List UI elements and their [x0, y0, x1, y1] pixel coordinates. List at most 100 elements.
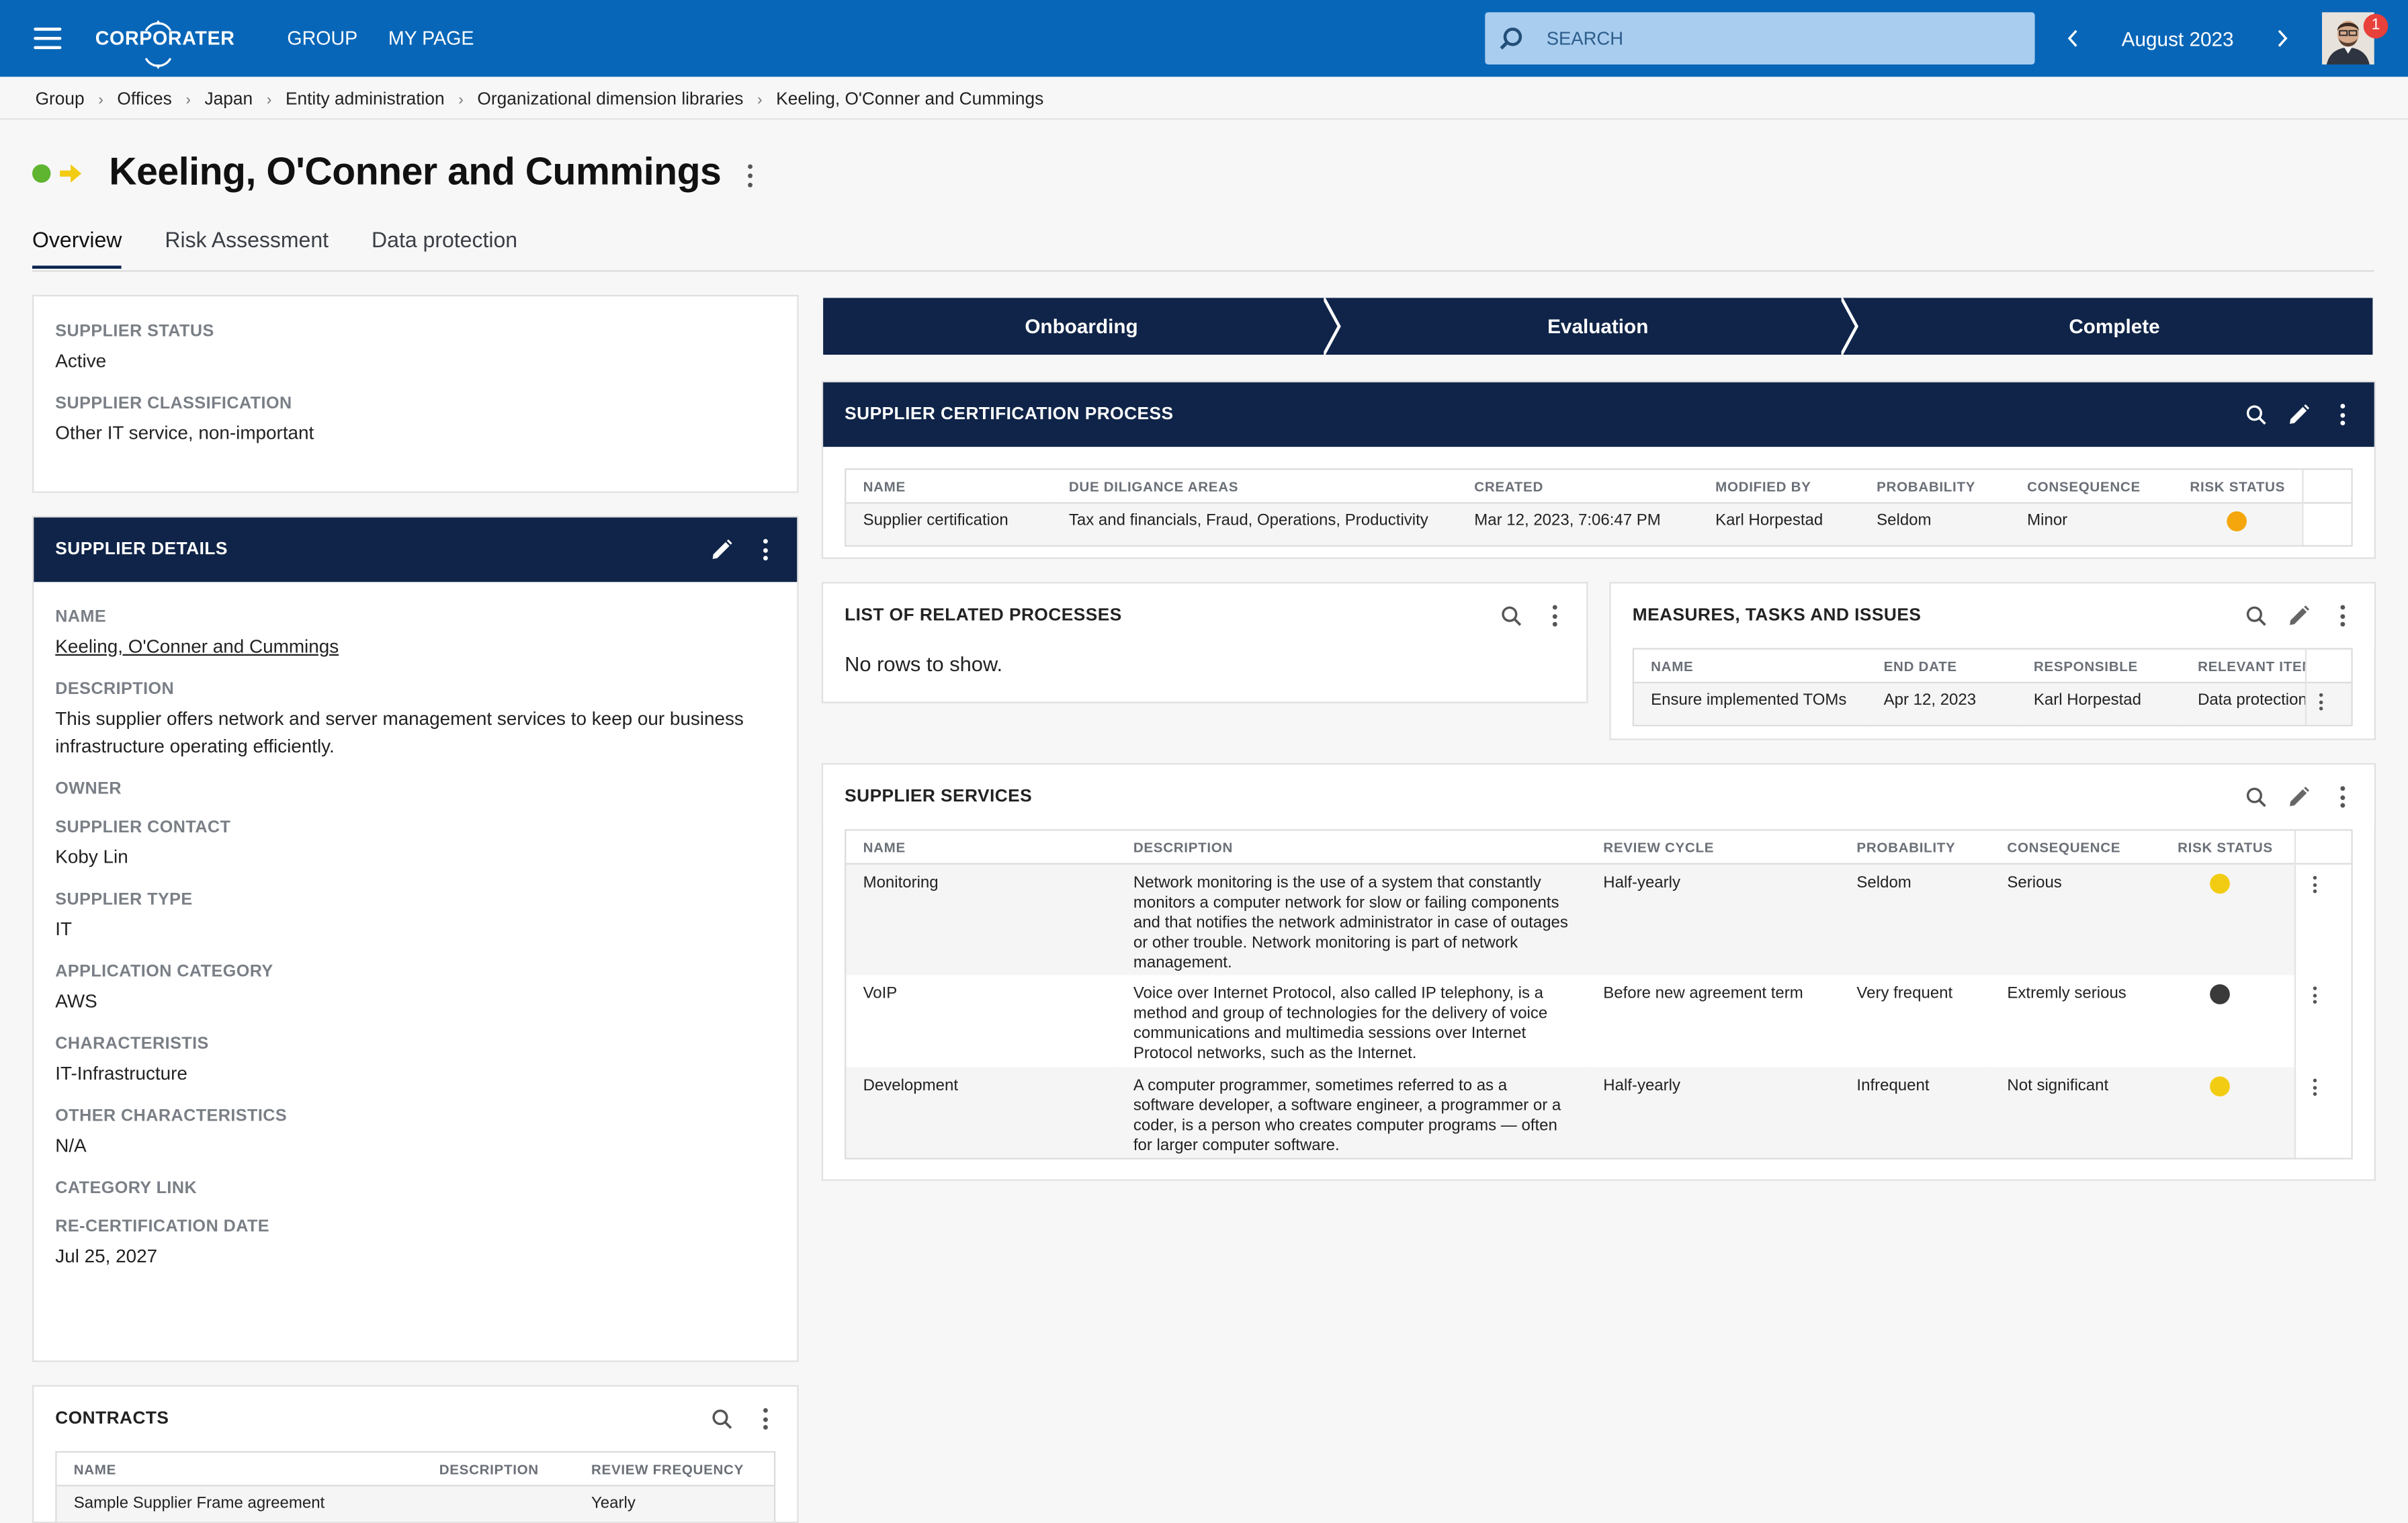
period-selector[interactable]: August 2023: [2089, 27, 2267, 50]
row-more-icon[interactable]: [2312, 986, 2317, 1004]
more-icon[interactable]: [2331, 786, 2353, 808]
field-name: NAME Keeling, O'Conner and Cummings: [55, 608, 775, 660]
search-icon[interactable]: [2245, 605, 2267, 627]
breadcrumb: Group › Offices › Japan › Entity administra…: [36, 87, 1044, 112]
more-icon[interactable]: [2331, 605, 2353, 627]
field-characteristis: CHARACTERISTIS IT-Infrastructure: [55, 1035, 209, 1084]
field-application-category: APPLICATION CATEGORY AWS: [55, 963, 273, 1012]
search-box[interactable]: [1485, 12, 2035, 65]
column-header[interactable]: NAME: [846, 470, 1051, 503]
divider: [32, 270, 2374, 272]
step-chevron-icon: [1324, 298, 1355, 355]
column-header[interactable]: PROBABILITY: [1840, 831, 1990, 864]
column-header[interactable]: MODIFIED BY: [1698, 470, 1860, 503]
table-row[interactable]: Development A computer programmer, somet…: [846, 1066, 2352, 1158]
field-other-characteristics: OTHER CHARACTERISTICS N/A: [55, 1107, 288, 1157]
column-header[interactable]: RISK STATUS: [2161, 831, 2295, 864]
edit-icon[interactable]: [2288, 404, 2310, 425]
field-supplier-status: SUPPLIER STATUS Active: [55, 322, 214, 372]
column-header[interactable]: REVIEW FREQUENCY: [574, 1452, 774, 1485]
next-period-icon[interactable]: [2267, 23, 2298, 54]
column-header[interactable]: DUE DILIGANCE AREAS: [1052, 470, 1457, 503]
nav-group[interactable]: GROUP: [287, 28, 357, 49]
more-icon[interactable]: [754, 1407, 775, 1430]
row-more-icon[interactable]: [2312, 875, 2317, 894]
search-icon[interactable]: [2245, 404, 2267, 425]
more-icon[interactable]: [2331, 403, 2353, 426]
row-more-icon[interactable]: [2312, 1078, 2317, 1096]
edit-icon[interactable]: [711, 539, 732, 560]
supplier-name-link[interactable]: Keeling, O'Conner and Cummings: [55, 633, 775, 660]
table-row[interactable]: VoIP Voice over Internet Protocol, also …: [846, 974, 2352, 1067]
breadcrumb-org-dimension-libraries[interactable]: Organizational dimension libraries: [477, 91, 743, 109]
breadcrumb-group[interactable]: Group: [36, 91, 85, 109]
breadcrumb-offices[interactable]: Offices: [117, 91, 171, 109]
search-icon[interactable]: [1500, 605, 1522, 627]
column-header[interactable]: DESCRIPTION: [423, 1452, 574, 1485]
step-evaluation[interactable]: Evaluation: [1339, 298, 1872, 355]
search-icon[interactable]: [2245, 786, 2267, 808]
table-row[interactable]: Sample Supplier Frame agreement Yearly: [56, 1485, 775, 1522]
card-header: SUPPLIER DETAILS: [34, 517, 798, 582]
tab-bar: Overview Risk Assessment Data protection: [32, 227, 560, 269]
edit-icon[interactable]: [2288, 786, 2310, 808]
card-header: CONTRACTS: [34, 1387, 798, 1451]
search-input[interactable]: [1543, 26, 2011, 51]
column-header[interactable]: NAME: [57, 1452, 423, 1485]
field-category-link: CATEGORY LINK: [55, 1179, 198, 1198]
chevron-right-icon: ›: [185, 91, 191, 109]
measures-card: MEASURES, TASKS AND ISSUES NAME END DATE…: [1609, 582, 2376, 740]
card-title: SUPPLIER CERTIFICATION PROCESS: [845, 405, 1174, 424]
column-header[interactable]: PROBABILITY: [1860, 470, 2010, 503]
column-header[interactable]: RESPONSIBLE: [2017, 650, 2181, 683]
more-icon[interactable]: [1543, 605, 1565, 627]
column-header[interactable]: CREATED: [1457, 470, 1698, 503]
supplier-status-card: SUPPLIER STATUS Active SUPPLIER CLASSIFI…: [32, 294, 799, 493]
column-header[interactable]: RELEVANT ITEMS: [2181, 650, 2307, 683]
row-more-icon[interactable]: [2319, 693, 2323, 711]
field-description: DESCRIPTION This supplier offers network…: [55, 680, 744, 757]
search-icon[interactable]: [711, 1408, 732, 1430]
card-header: SUPPLIER CERTIFICATION PROCESS: [823, 382, 2374, 447]
column-header[interactable]: DESCRIPTION: [1117, 831, 1586, 864]
card-title: LIST OF RELATED PROCESSES: [845, 606, 1122, 625]
page-more-icon[interactable]: [740, 165, 761, 187]
step-complete[interactable]: Complete: [1856, 298, 2373, 355]
edit-icon[interactable]: [2288, 605, 2310, 627]
notification-badge[interactable]: 1: [2363, 13, 2389, 39]
top-bar: CORPORATER GROUP MY PAGE August 2023: [0, 0, 2408, 77]
risk-status-dot: [2210, 1076, 2230, 1096]
trend-arrow-icon: [60, 163, 82, 182]
column-header[interactable]: CONSEQUENCE: [2010, 470, 2173, 503]
tab-overview[interactable]: Overview: [32, 227, 122, 269]
breadcrumb-japan[interactable]: Japan: [205, 91, 253, 109]
tab-data-protection[interactable]: Data protection: [372, 227, 517, 269]
previous-period-icon[interactable]: [2058, 23, 2089, 54]
empty-state: No rows to show.: [845, 652, 1003, 676]
column-header[interactable]: END DATE: [1867, 650, 2017, 683]
table-row[interactable]: Supplier certification Tax and financial…: [846, 503, 2352, 546]
nav-my-page[interactable]: MY PAGE: [388, 28, 474, 49]
more-icon[interactable]: [754, 539, 775, 561]
column-header[interactable]: NAME: [1634, 650, 1867, 683]
step-chevron-icon: [1840, 298, 1872, 355]
risk-status-dot: [2210, 873, 2230, 894]
breadcrumb-current: Keeling, O'Conner and Cummings: [776, 90, 1044, 110]
table-row[interactable]: Monitoring Network monitoring is the use…: [846, 863, 2352, 975]
card-header: SUPPLIER SERVICES: [823, 765, 2374, 830]
column-header[interactable]: CONSEQUENCE: [1990, 831, 2161, 864]
card-header: LIST OF RELATED PROCESSES: [823, 583, 1587, 648]
breadcrumb-entity-administration[interactable]: Entity administration: [286, 91, 445, 109]
brand-logo[interactable]: CORPORATER: [95, 19, 235, 69]
column-header[interactable]: RISK STATUS: [2173, 470, 2303, 503]
menu-icon[interactable]: [34, 28, 62, 50]
tab-risk-assessment[interactable]: Risk Assessment: [165, 227, 329, 269]
card-title: MEASURES, TASKS AND ISSUES: [1632, 606, 1922, 625]
related-processes-card: LIST OF RELATED PROCESSES No rows to sho…: [821, 582, 1588, 703]
column-header[interactable]: NAME: [846, 831, 1116, 864]
step-onboarding[interactable]: Onboarding: [823, 298, 1355, 355]
chevron-right-icon: ›: [266, 91, 272, 109]
divider: [0, 118, 2408, 120]
table-row[interactable]: Ensure implemented TOMs Apr 12, 2023 Kar…: [1634, 683, 2352, 725]
column-header[interactable]: REVIEW CYCLE: [1586, 831, 1840, 864]
